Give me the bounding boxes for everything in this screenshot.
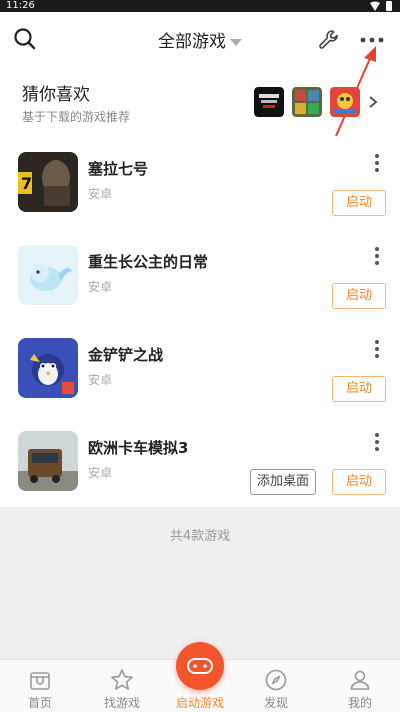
game-name: 金铲铲之战	[88, 346, 164, 364]
status-time: 11:26	[6, 0, 35, 11]
star-icon	[111, 669, 133, 690]
game-platform: 安卓	[88, 280, 113, 294]
nav-profile[interactable]: 我的	[320, 660, 400, 712]
kebab-menu-icon[interactable]	[368, 431, 386, 455]
game-list-item[interactable]: 金铲铲之战 安卓 启动	[0, 338, 400, 430]
kebab-menu-icon[interactable]	[368, 338, 386, 362]
game-name: 塞拉七号	[88, 160, 149, 178]
home-icon	[30, 672, 50, 690]
wrench-icon[interactable]	[317, 28, 341, 52]
nav-label: 发现	[263, 696, 288, 710]
recommend-banner[interactable]: 猜你喜欢 基于下载的游戏推荐	[0, 72, 400, 132]
kebab-menu-icon[interactable]	[368, 245, 386, 269]
nav-find-games[interactable]: 找游戏	[82, 660, 162, 712]
status-bar: 11:26	[0, 0, 400, 12]
list-footer: 共4款游戏	[0, 507, 400, 659]
profile-icon	[350, 670, 370, 690]
recommended-game-thumbnail[interactable]	[254, 87, 284, 117]
launch-button[interactable]: 启动	[332, 376, 386, 402]
recommend-subtitle: 基于下载的游戏推荐	[22, 110, 131, 124]
game-name: 欧洲卡车模拟3	[88, 439, 189, 457]
nav-label: 启动游戏	[175, 696, 224, 710]
game-icon: 7	[18, 152, 78, 212]
svg-text:7: 7	[21, 174, 32, 193]
add-to-desktop-button[interactable]: 添加桌面	[250, 469, 316, 495]
game-platform: 安卓	[88, 187, 113, 201]
battery-icon	[386, 1, 392, 11]
top-header: 全部游戏	[0, 12, 400, 68]
nav-label: 首页	[27, 696, 52, 710]
game-list-item[interactable]: 7 塞拉七号 安卓 启动	[0, 152, 400, 244]
nav-home[interactable]: 首页	[0, 660, 80, 712]
caret-down-icon	[230, 38, 242, 46]
game-list-item[interactable]: 重生长公主的日常 安卓 启动	[0, 245, 400, 337]
game-platform: 安卓	[88, 466, 113, 480]
kebab-menu-icon[interactable]	[368, 152, 386, 176]
game-count: 共4款游戏	[169, 529, 231, 544]
recommended-game-thumbnail[interactable]	[330, 87, 360, 117]
recommend-title: 猜你喜欢	[22, 85, 90, 105]
page-title: 全部游戏	[158, 32, 226, 52]
nav-label: 我的	[347, 696, 372, 710]
game-platform: 安卓	[88, 373, 113, 387]
launch-button[interactable]: 启动	[332, 283, 386, 309]
nav-label: 找游戏	[103, 696, 140, 710]
game-icon	[18, 338, 78, 398]
launch-button[interactable]: 启动	[332, 190, 386, 216]
launch-button[interactable]: 启动	[332, 469, 386, 495]
recommended-game-thumbnail[interactable]	[292, 87, 322, 117]
nav-discover[interactable]: 发现	[236, 660, 316, 712]
more-options-icon[interactable]	[358, 28, 386, 52]
launch-games-fab[interactable]	[176, 642, 224, 690]
game-icon	[18, 245, 78, 305]
wifi-icon	[370, 1, 380, 11]
chevron-right-icon[interactable]	[366, 92, 380, 112]
game-icon	[18, 431, 78, 491]
gamepad-icon	[187, 658, 213, 674]
compass-icon	[265, 669, 287, 691]
game-name: 重生长公主的日常	[88, 253, 209, 271]
